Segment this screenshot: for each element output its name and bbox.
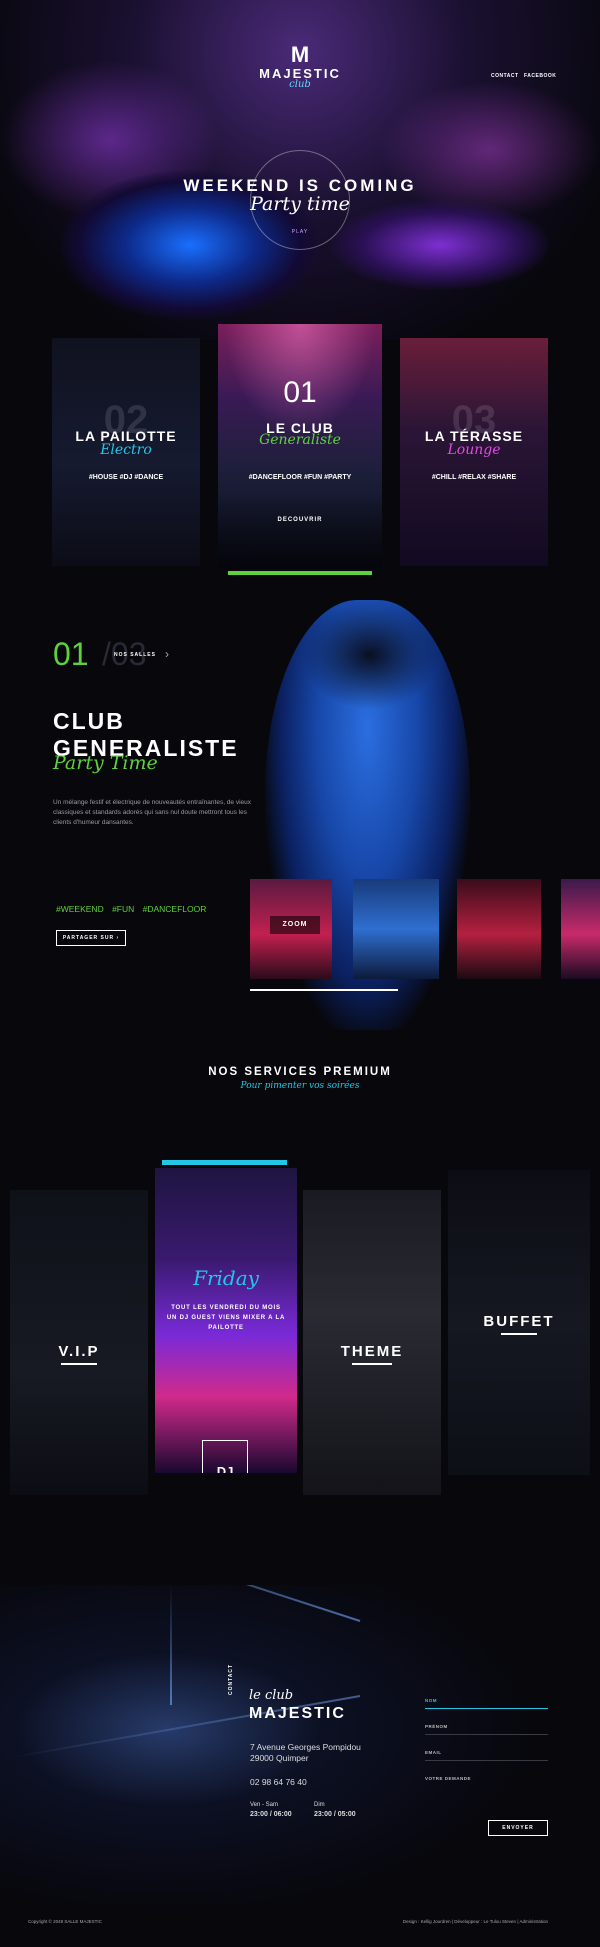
service-card-theme[interactable]: THEME xyxy=(303,1190,441,1495)
next-room-arrow-icon[interactable]: › xyxy=(165,647,169,661)
dj-day: Friday xyxy=(193,1266,259,1290)
room-subtitle: Lounge xyxy=(447,442,501,458)
gallery-thumbnail[interactable] xyxy=(457,879,541,979)
share-button[interactable]: PARTAGER SUR › xyxy=(56,930,126,946)
club-description: Un mélange festif et électrique de nouve… xyxy=(53,799,252,826)
club-crowd-image xyxy=(218,494,382,569)
zoom-button[interactable]: ZOOM xyxy=(270,916,320,934)
portrait-hair xyxy=(300,600,440,710)
nav-contact-link[interactable]: CONTACT xyxy=(491,73,519,79)
club-tags: #WEEKEND #FUN #DANCEFLOOR xyxy=(56,904,207,914)
contact-vertical-label: CONTACT xyxy=(228,1663,234,1695)
services-subtitle: Pour pimenter vos soirées xyxy=(240,1081,360,1091)
service-underline xyxy=(61,1363,97,1365)
room-subtitle: Electro xyxy=(100,442,152,458)
copyright: Copyright © 2048 SALLE MAJESTIC xyxy=(28,1919,102,1924)
send-button[interactable]: ENVOYER xyxy=(488,1820,548,1836)
hero-light-glow xyxy=(380,80,600,220)
room-tags: #CHILL #RELAX #SHARE xyxy=(431,474,517,481)
logo-crown-icon[interactable]: M xyxy=(287,42,313,68)
hours-days: Ven - Sam xyxy=(250,1802,279,1808)
hours-days: Dim xyxy=(314,1802,325,1808)
club-subtitle: Party Time xyxy=(53,752,158,774)
service-underline xyxy=(501,1333,537,1335)
service-label: V.I.P xyxy=(58,1343,100,1360)
credits[interactable]: Design : Kellig Jourdren | Développeur :… xyxy=(390,1919,548,1924)
address-line1: 7 Avenue Georges Pompidou xyxy=(250,1742,361,1752)
room-counter: 01 xyxy=(53,636,89,672)
salles-label: NOS SALLES xyxy=(114,652,156,658)
laser-beam xyxy=(170,1585,172,1705)
room-card-club[interactable]: 01 LE CLUB Generaliste #DANCEFLOOR #FUN … xyxy=(218,324,382,569)
play-button[interactable]: PLAY xyxy=(280,229,320,235)
opening-hours: Dim 23:00 / 05:00 xyxy=(314,1801,356,1819)
room-tags: #HOUSE #DJ #DANCE xyxy=(88,474,164,481)
laser-beam xyxy=(17,1585,361,1622)
room-card-terasse[interactable]: 03 LA TÉRASSE Lounge #CHILL #RELAX #SHAR… xyxy=(400,338,548,566)
service-card-buffet[interactable]: BUFFET xyxy=(448,1170,590,1475)
hours-time: 23:00 / 05:00 xyxy=(314,1811,356,1818)
dj-description: TOUT LES VENDREDI DU MOIS UN DJ GUEST VI… xyxy=(166,1305,286,1331)
service-label: BUFFET xyxy=(483,1313,555,1330)
address-line2: 29000 Quimper xyxy=(250,1753,309,1763)
hours-time: 23:00 / 06:00 xyxy=(250,1811,292,1818)
contact-name: MAJESTIC xyxy=(249,1705,346,1722)
service-label: THEME xyxy=(340,1343,404,1360)
gallery-scrollbar[interactable] xyxy=(250,989,398,991)
service-card-dj[interactable]: Friday TOUT LES VENDREDI DU MOIS UN DJ G… xyxy=(155,1168,297,1473)
prenom-field[interactable] xyxy=(425,1734,548,1735)
phone-number[interactable]: 02 98 64 76 40 xyxy=(250,1777,307,1787)
hero-subtitle: Party time xyxy=(250,193,350,215)
room-number: 01 xyxy=(283,376,317,409)
discover-button[interactable]: DECOUVRIR xyxy=(218,517,382,523)
service-underline xyxy=(352,1363,392,1365)
contact-section xyxy=(0,1585,600,1947)
email-label: EMAIL xyxy=(425,1750,442,1755)
nom-label: NOM xyxy=(425,1698,437,1703)
club-title-line1: CLUB xyxy=(53,708,125,734)
email-field[interactable] xyxy=(425,1760,548,1761)
gallery-thumbnail[interactable] xyxy=(353,879,439,979)
nom-field[interactable] xyxy=(425,1708,548,1709)
room-tags: #DANCEFLOOR #FUN #PARTY xyxy=(248,474,352,481)
service-card-vip[interactable]: V.I.P xyxy=(10,1190,148,1495)
nav-facebook-link[interactable]: FACEBOOK xyxy=(524,73,556,79)
active-room-indicator xyxy=(228,571,372,575)
opening-hours: Ven - Sam 23:00 / 06:00 xyxy=(250,1801,292,1819)
room-subtitle: Generaliste xyxy=(259,432,341,448)
dj-label-box: DJ xyxy=(202,1440,248,1473)
services-title: NOS SERVICES PREMIUM xyxy=(208,1066,392,1078)
contact-le-club: le club xyxy=(249,1688,294,1703)
logo-club: club xyxy=(289,79,311,90)
active-service-indicator xyxy=(162,1160,287,1165)
prenom-label: PRÉNOM xyxy=(425,1724,448,1729)
room-card-pailotte[interactable]: 02 LA PAILOTTE Electro #HOUSE #DJ #DANCE xyxy=(52,338,200,566)
gallery-thumbnail[interactable] xyxy=(561,879,600,979)
demande-field[interactable]: VOTRE DEMANDE xyxy=(425,1776,471,1781)
